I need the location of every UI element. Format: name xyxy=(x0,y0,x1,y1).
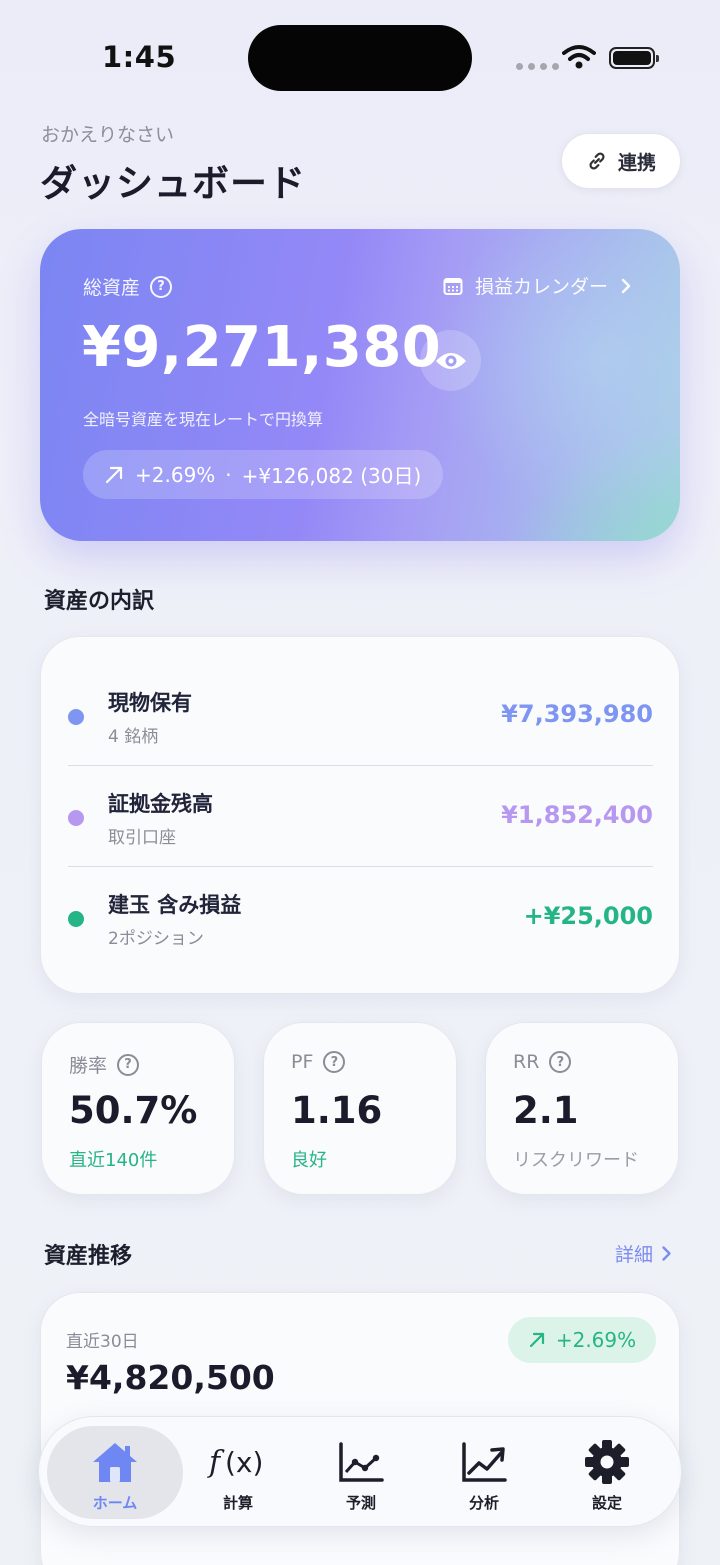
link-icon xyxy=(589,152,605,170)
trend-change-badge: +2.69% xyxy=(508,1317,656,1363)
rr-label-group: RR ? xyxy=(513,1051,572,1073)
breakdown-value: ¥7,393,980 xyxy=(501,700,653,728)
margin-color-dot xyxy=(68,810,84,826)
breakdown-card: 現物保有 4 銘柄 ¥7,393,980 証拠金残高 取引口座 ¥1,852,4… xyxy=(40,636,680,994)
tab-calculator[interactable]: f (x) 計算 xyxy=(170,1426,306,1519)
win-rate-label-group: 勝率 ? xyxy=(69,1051,140,1078)
positions-color-dot xyxy=(68,911,84,927)
tab-label: 計算 xyxy=(222,1494,253,1512)
breakdown-name: 建玉 含み損益 xyxy=(108,893,242,917)
breakdown-section-title: 資産の内訳 xyxy=(44,589,155,614)
gear-icon xyxy=(585,1440,629,1484)
chevron-right-icon xyxy=(662,1246,671,1261)
battery-icon xyxy=(609,47,659,69)
page-title: ダッシュボード xyxy=(40,162,306,205)
profit-factor-card[interactable]: PF ? 1.16 良好 xyxy=(263,1022,457,1195)
trend-value: ¥4,820,500 xyxy=(66,1358,275,1397)
dynamic-island xyxy=(248,25,472,91)
metric-value: 2.1 xyxy=(513,1089,579,1132)
metric-sub: 良好 xyxy=(291,1150,327,1171)
pnl-calendar-link[interactable]: 損益カレンダー xyxy=(443,272,632,299)
breakdown-row-spot[interactable]: 現物保有 4 銘柄 ¥7,393,980 xyxy=(68,665,653,766)
help-icon[interactable]: ? xyxy=(117,1053,140,1076)
risk-reward-card[interactable]: RR ? 2.1 リスクリワード xyxy=(485,1022,679,1195)
arrow-up-right-icon xyxy=(105,466,123,483)
change-amount: +¥126,082 (30日) xyxy=(241,464,422,488)
trend-change-percent: +2.69% xyxy=(555,1328,637,1352)
win-rate-card[interactable]: 勝率 ? 50.7% 直近140件 xyxy=(41,1022,235,1195)
toggle-visibility-button[interactable] xyxy=(420,330,481,391)
metric-label: PF xyxy=(291,1051,314,1073)
home-icon xyxy=(93,1443,137,1482)
total-assets-card: 総資産 ? 損益カレンダー ¥9,271,380 全暗号資産を現在レートで円換算… xyxy=(40,229,680,541)
tab-analysis[interactable]: 分析 xyxy=(416,1426,552,1519)
help-icon[interactable]: ? xyxy=(150,275,173,298)
trend-period-label: 直近30日 xyxy=(66,1332,139,1352)
trend-section-title: 資産推移 xyxy=(44,1244,133,1269)
metric-sub: リスクリワード xyxy=(513,1150,639,1171)
chevron-right-icon xyxy=(621,278,631,293)
pnl-calendar-label: 損益カレンダー xyxy=(475,276,609,298)
metric-label: 勝率 xyxy=(69,1055,108,1077)
analysis-chart-icon xyxy=(462,1442,507,1482)
tab-label: 予測 xyxy=(345,1494,376,1512)
total-assets-label: 総資産 xyxy=(83,277,141,299)
svg-text:f: f xyxy=(207,1445,225,1480)
total-assets-subtitle: 全暗号資産を現在レートで円換算 xyxy=(83,410,324,429)
metric-label: RR xyxy=(513,1051,540,1073)
greeting-text: おかえりなさい xyxy=(41,124,175,146)
tab-label: 分析 xyxy=(468,1494,499,1512)
breakdown-row-positions[interactable]: 建玉 含み損益 2ポジション +¥25,000 xyxy=(68,867,653,968)
total-assets-label-group: 総資産 ? xyxy=(83,273,173,300)
cellular-signal-icon xyxy=(516,63,559,70)
breakdown-value: ¥1,852,400 xyxy=(501,801,653,829)
status-time: 1:45 xyxy=(102,40,177,74)
spot-color-dot xyxy=(68,709,84,725)
change-percent: +2.69% xyxy=(135,462,216,487)
svg-text:(x): (x) xyxy=(225,1446,263,1479)
metric-value: 1.16 xyxy=(291,1089,383,1132)
breakdown-name: 現物保有 xyxy=(108,691,192,715)
metric-value: 50.7% xyxy=(69,1089,198,1132)
forecast-chart-icon xyxy=(339,1442,384,1482)
function-icon: f (x) xyxy=(207,1445,263,1480)
breakdown-value: +¥25,000 xyxy=(523,902,653,930)
tab-home[interactable]: ホーム xyxy=(47,1426,183,1519)
wifi-icon xyxy=(562,45,596,69)
change-separator: · xyxy=(225,462,232,487)
breakdown-name: 証拠金残高 xyxy=(108,792,213,816)
tab-forecast[interactable]: 予測 xyxy=(293,1426,429,1519)
link-button-label: 連携 xyxy=(617,151,656,174)
help-icon[interactable]: ? xyxy=(323,1051,346,1073)
metric-sub: 直近140件 xyxy=(69,1150,158,1171)
eye-icon xyxy=(435,352,466,369)
breakdown-desc: 2ポジション xyxy=(108,929,204,949)
total-assets-change-pill: +2.69% · +¥126,082 (30日) xyxy=(83,450,444,499)
link-account-button[interactable]: 連携 xyxy=(561,133,681,189)
total-assets-amount: ¥9,271,380 xyxy=(82,315,442,380)
help-icon[interactable]: ? xyxy=(549,1051,572,1073)
trend-detail-link[interactable]: 詳細 xyxy=(615,1240,672,1267)
tab-settings[interactable]: 設定 xyxy=(539,1426,675,1519)
tab-label: ホーム xyxy=(92,1494,138,1512)
breakdown-row-margin[interactable]: 証拠金残高 取引口座 ¥1,852,400 xyxy=(68,766,653,867)
pf-label-group: PF ? xyxy=(291,1051,346,1073)
arrow-up-right-icon xyxy=(529,1332,544,1348)
calendar-icon xyxy=(443,277,463,295)
breakdown-desc: 4 銘柄 xyxy=(108,727,159,747)
tab-label: 設定 xyxy=(591,1494,622,1512)
breakdown-desc: 取引口座 xyxy=(108,828,176,848)
detail-label: 詳細 xyxy=(615,1244,654,1266)
bottom-tab-bar: ホーム f (x) 計算 予測 分析 設定 xyxy=(38,1416,682,1527)
